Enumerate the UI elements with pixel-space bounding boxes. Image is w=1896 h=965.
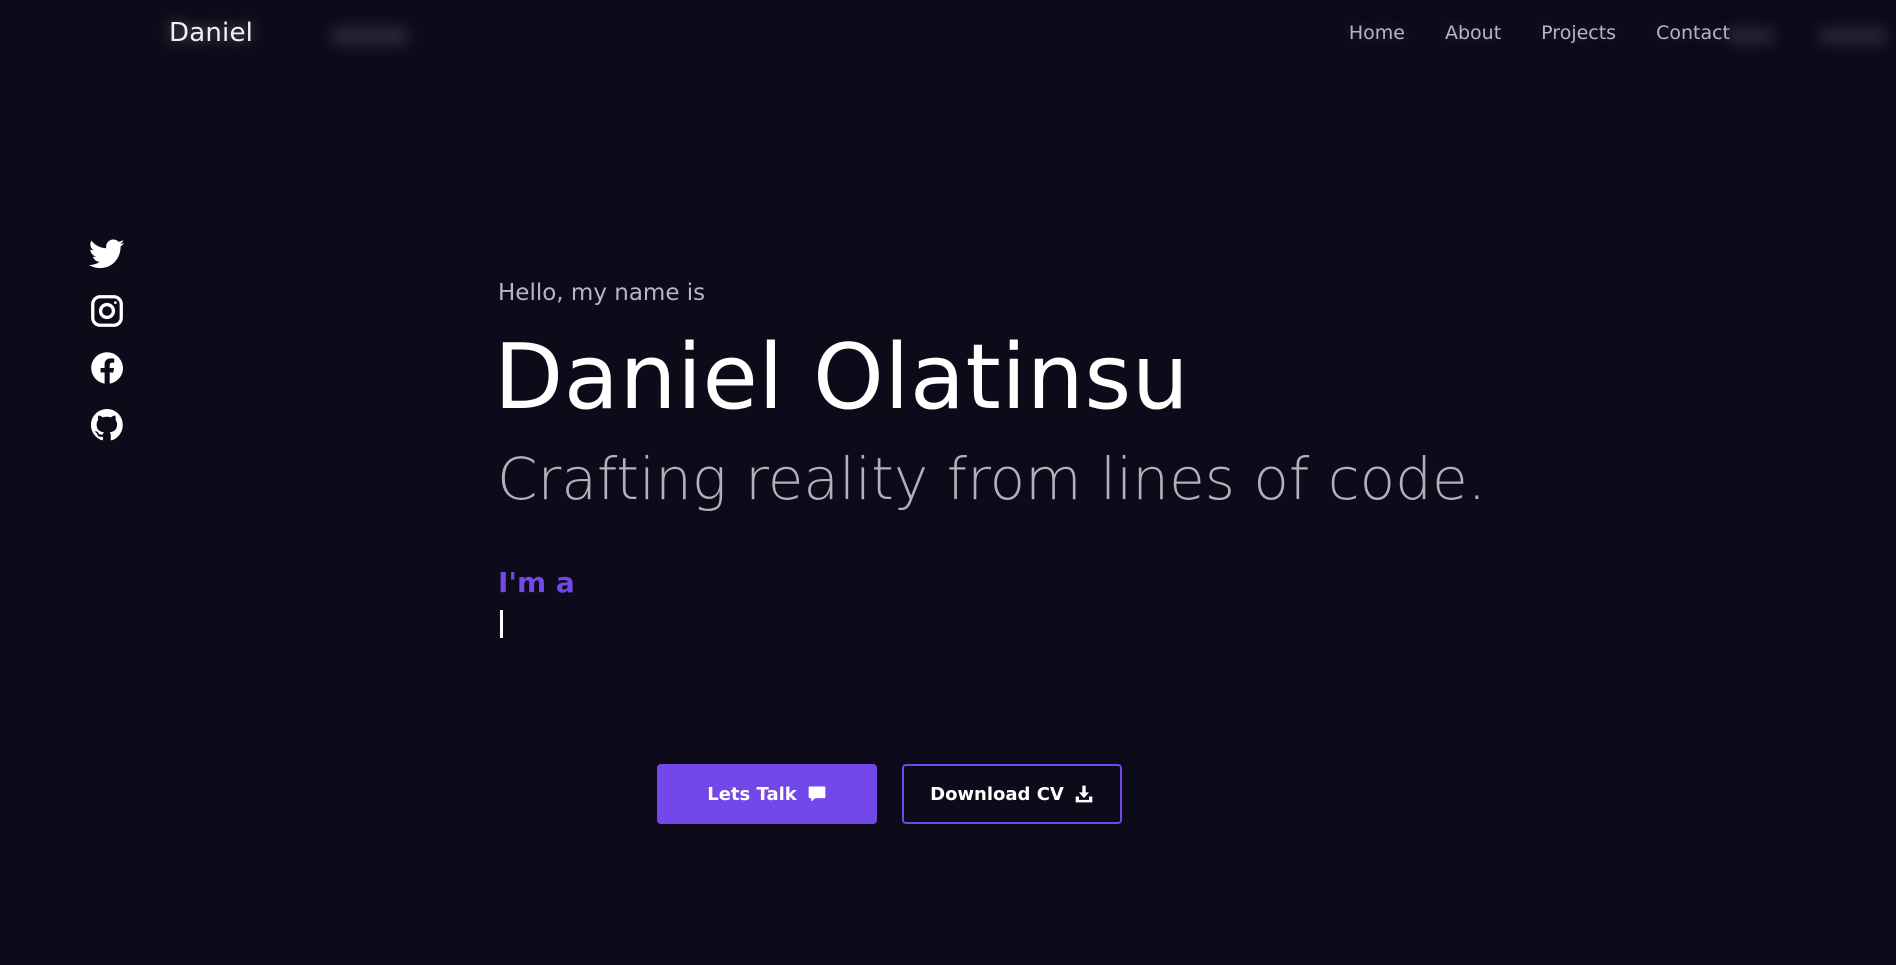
hero-tagline: Crafting reality from lines of code. xyxy=(497,445,1487,513)
role-prefix: I'm a xyxy=(498,566,575,599)
blurred-nav-decoration xyxy=(330,26,410,46)
instagram-link[interactable] xyxy=(89,293,125,330)
social-links xyxy=(89,236,125,444)
main-nav: Home About Projects Contact xyxy=(1349,22,1730,44)
download-cv-button[interactable]: Download CV xyxy=(902,764,1122,824)
lets-talk-label: Lets Talk xyxy=(707,783,797,805)
page: Daniel Home About Projects Contact Hello… xyxy=(0,0,1896,965)
logo-link[interactable]: Daniel xyxy=(169,18,253,48)
twitter-icon xyxy=(89,239,125,269)
hero-name: Daniel Olatinsu xyxy=(494,325,1190,430)
nav-projects-link[interactable]: Projects xyxy=(1541,22,1616,44)
nav-home-link[interactable]: Home xyxy=(1349,22,1405,44)
github-link[interactable] xyxy=(89,407,125,444)
download-icon xyxy=(1075,785,1093,803)
lets-talk-button[interactable]: Lets Talk xyxy=(657,764,877,824)
blurred-nav-decoration xyxy=(1818,28,1888,44)
chat-icon xyxy=(808,786,826,802)
facebook-link[interactable] xyxy=(89,350,125,387)
github-icon xyxy=(90,408,123,441)
facebook-icon xyxy=(91,352,124,384)
twitter-link[interactable] xyxy=(89,236,125,273)
nav-about-link[interactable]: About xyxy=(1445,22,1501,44)
blurred-nav-decoration xyxy=(1725,28,1775,44)
greeting-text: Hello, my name is xyxy=(498,280,706,306)
instagram-icon xyxy=(91,295,123,327)
download-cv-label: Download CV xyxy=(930,783,1064,805)
nav-contact-link[interactable]: Contact xyxy=(1656,22,1730,44)
typing-cursor xyxy=(500,610,503,638)
